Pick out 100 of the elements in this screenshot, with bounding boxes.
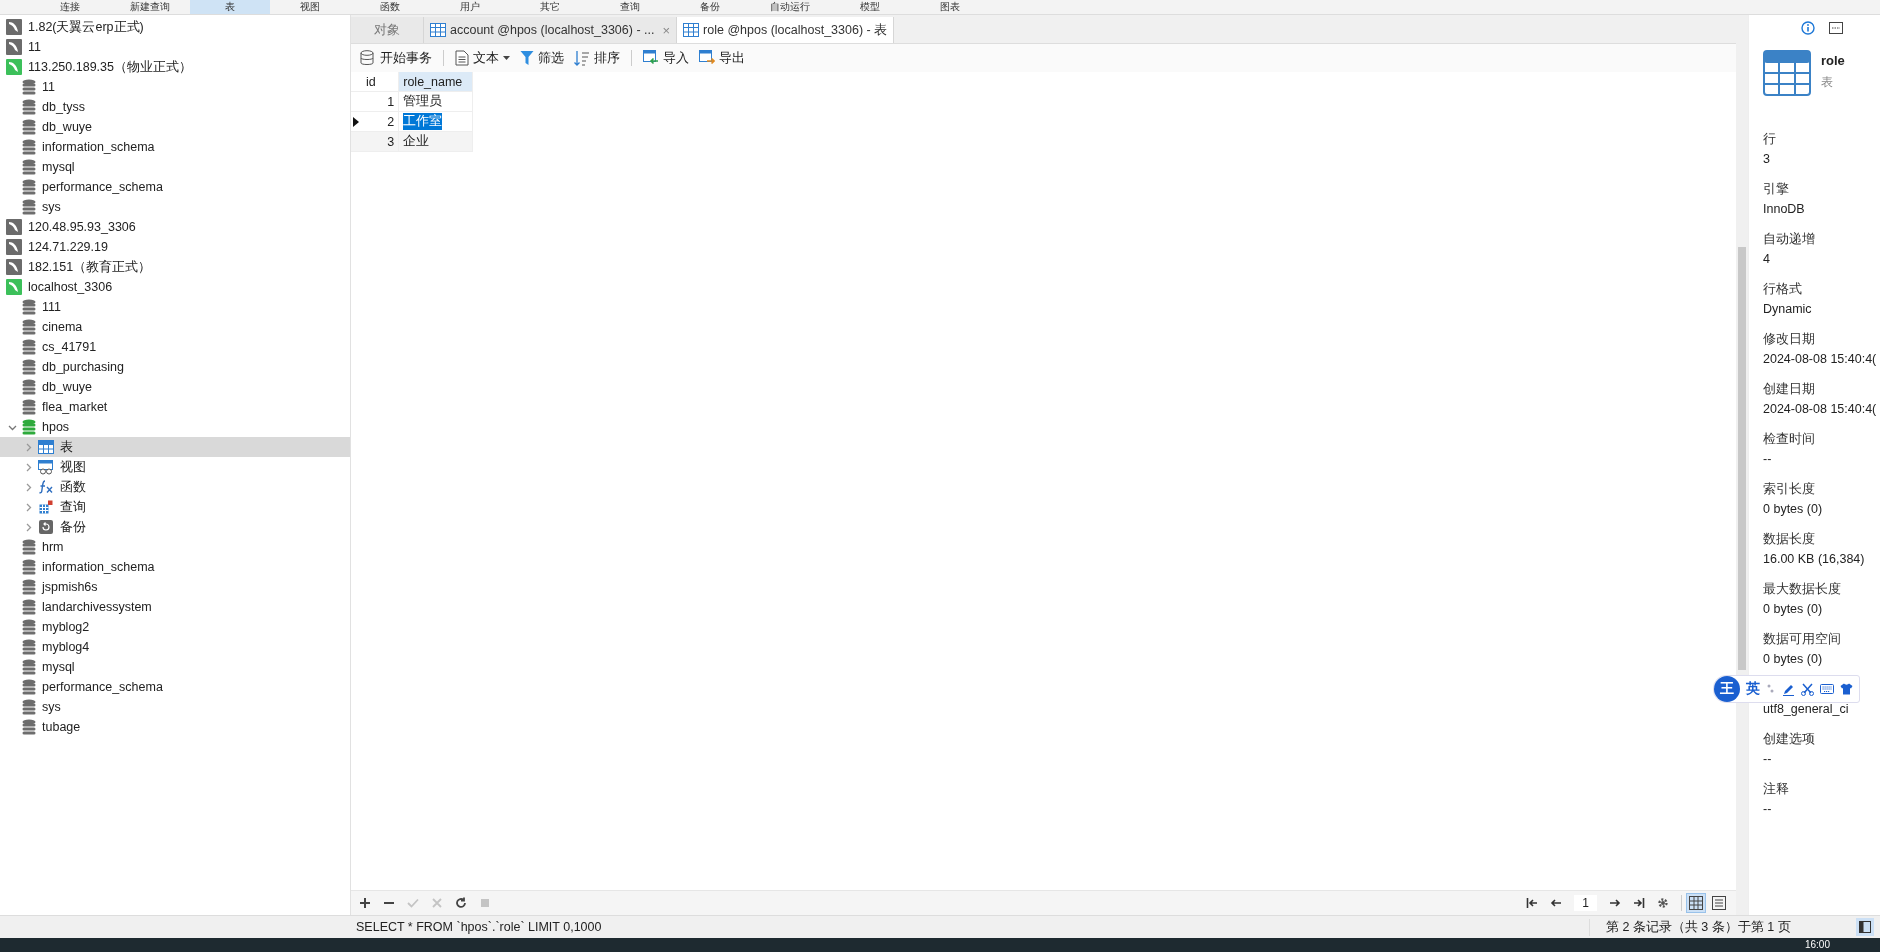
ribbon-tab[interactable]: 备份 [670,0,750,14]
last-page-icon[interactable] [1633,897,1645,909]
tree-item[interactable]: sys [0,697,350,717]
info-icon[interactable] [1800,21,1815,35]
tree-item[interactable]: 120.48.95.93_3306 [0,217,350,237]
ribbon-tab[interactable]: 新建查询 [110,0,190,14]
table-row[interactable]: 2 工作室 [351,112,473,132]
ddl-icon[interactable] [1828,21,1843,35]
property-label: 注释 [1763,781,1790,797]
tree-item[interactable]: myblog4 [0,637,350,657]
ribbon-tab[interactable]: 函数 [350,0,430,14]
tree-item[interactable]: 函数 [0,477,350,497]
editor-tab[interactable]: role @hpos (localhost_3306) - 表 [677,17,895,43]
tab-label: account @hpos (localhost_3306) - ... [450,23,655,37]
plus-icon[interactable] [359,897,371,909]
import-icon [643,50,659,66]
pen-icon[interactable] [1782,682,1795,696]
scissors-icon[interactable] [1801,682,1814,696]
tree-item[interactable]: tubage [0,717,350,737]
toolbar-button[interactable]: 文本 [452,47,513,69]
view-toggle[interactable] [1710,894,1728,912]
tree-item[interactable]: localhost_3306 [0,277,350,297]
panel-toggle-button[interactable] [1856,918,1874,936]
tree-item[interactable]: cinema [0,317,350,337]
property-value: 0 bytes (0) [1763,652,1824,666]
ribbon-tab[interactable]: 视图 [270,0,350,14]
tree-item[interactable]: information_schema [0,137,350,157]
view-toggle[interactable] [1686,893,1706,913]
tree-item[interactable]: information_schema [0,557,350,577]
previous-page-icon[interactable] [1550,897,1563,909]
tree-item[interactable]: mysql [0,157,350,177]
tree-item[interactable]: 备份 [0,517,350,537]
ribbon-tab[interactable]: 连接 [30,0,110,14]
form-view-icon [1712,896,1726,910]
refresh-icon[interactable] [455,897,467,909]
table-icon [1763,49,1811,97]
tree-item[interactable]: myblog2 [0,617,350,637]
ribbon-tab[interactable]: 图表 [910,0,990,14]
toolbar-button[interactable]: 开始事务 [357,47,435,69]
tree-item-label: performance_schema [42,180,163,194]
tree-item[interactable]: 124.71.229.19 [0,237,350,257]
tree-item-label: db_wuye [42,380,93,394]
page-number-field[interactable]: 1 [1574,895,1597,911]
first-page-icon[interactable] [1526,897,1539,909]
tree-item[interactable]: db_wuye [0,117,350,137]
toolbar-button[interactable]: 筛选 [517,47,567,69]
tree-item[interactable]: sys [0,197,350,217]
tree-item-label: 111 [42,300,61,314]
table-cell: 企业 [399,132,473,151]
ribbon-tab[interactable]: 其它 [510,0,590,14]
ribbon-tab[interactable]: 表 [190,0,270,14]
property-value: -- [1763,452,1773,466]
tree-item[interactable]: 113.250.189.35（物业正式） [0,57,350,77]
tree-item-label: 11 [42,80,55,94]
tree-item[interactable]: hpos [0,417,350,437]
table-row[interactable]: 3 企业 [351,132,473,152]
tree-item-label: 表 [60,438,73,456]
tree-item[interactable]: 查询 [0,497,350,517]
tree-item-label: hrm [42,540,64,554]
tree-item[interactable]: mysql [0,657,350,677]
tree-item[interactable]: hrm [0,537,350,557]
tree-item[interactable]: 视图 [0,457,350,477]
tree-item[interactable]: performance_schema [0,177,350,197]
tree-item[interactable]: db_wuye [0,377,350,397]
ribbon-tab[interactable]: 用户 [430,0,510,14]
tree-item-label: 120.48.95.93_3306 [28,220,136,234]
table-cell: 2 [361,112,400,131]
tree-item[interactable]: 1.82(天翼云erp正式) [0,17,350,37]
toolbar-button[interactable]: 导入 [640,47,692,69]
editor-tab[interactable]: account @hpos (localhost_3306) - ... × [424,17,678,43]
scrollbar-thumb[interactable] [1738,247,1746,670]
tree-item[interactable]: jspmish6s [0,577,350,597]
ime-mode[interactable]: 英 [1746,680,1760,698]
tree-item[interactable]: 11 [0,37,350,57]
tree-item[interactable]: flea_market [0,397,350,417]
tree-item[interactable]: 182.151（教育正式） [0,257,350,277]
ime-logo[interactable]: 王 [1714,676,1740,702]
tree-item-label: db_purchasing [42,360,124,374]
property-label: 创建日期 [1763,381,1816,397]
ribbon-tab[interactable]: 查询 [590,0,670,14]
keyboard-icon[interactable] [1820,683,1834,695]
editor-tab[interactable]: 对象 [351,17,424,43]
settings-icon[interactable] [1657,897,1669,909]
tree-item[interactable]: cs_41791 [0,337,350,357]
shirt-icon[interactable] [1840,683,1853,695]
tree-item[interactable]: performance_schema [0,677,350,697]
ribbon-tab[interactable]: 自动运行 [750,0,830,14]
tree-item-label: sys [42,200,61,214]
next-page-icon[interactable] [1609,897,1621,909]
tree-item[interactable]: 111 [0,297,350,317]
ribbon-tab[interactable]: 模型 [830,0,910,14]
toolbar-button[interactable]: 排序 [571,47,623,69]
toolbar-button[interactable]: 导出 [696,47,748,69]
tree-item[interactable]: 表 [0,437,350,457]
tree-item[interactable]: landarchivessystem [0,597,350,617]
tree-item[interactable]: db_tyss [0,97,350,117]
column-header[interactable]: role_name [399,72,473,91]
tree-item[interactable]: db_purchasing [0,357,350,377]
tree-item-label: 函数 [60,478,86,496]
tree-item[interactable]: 11 [0,77,350,97]
